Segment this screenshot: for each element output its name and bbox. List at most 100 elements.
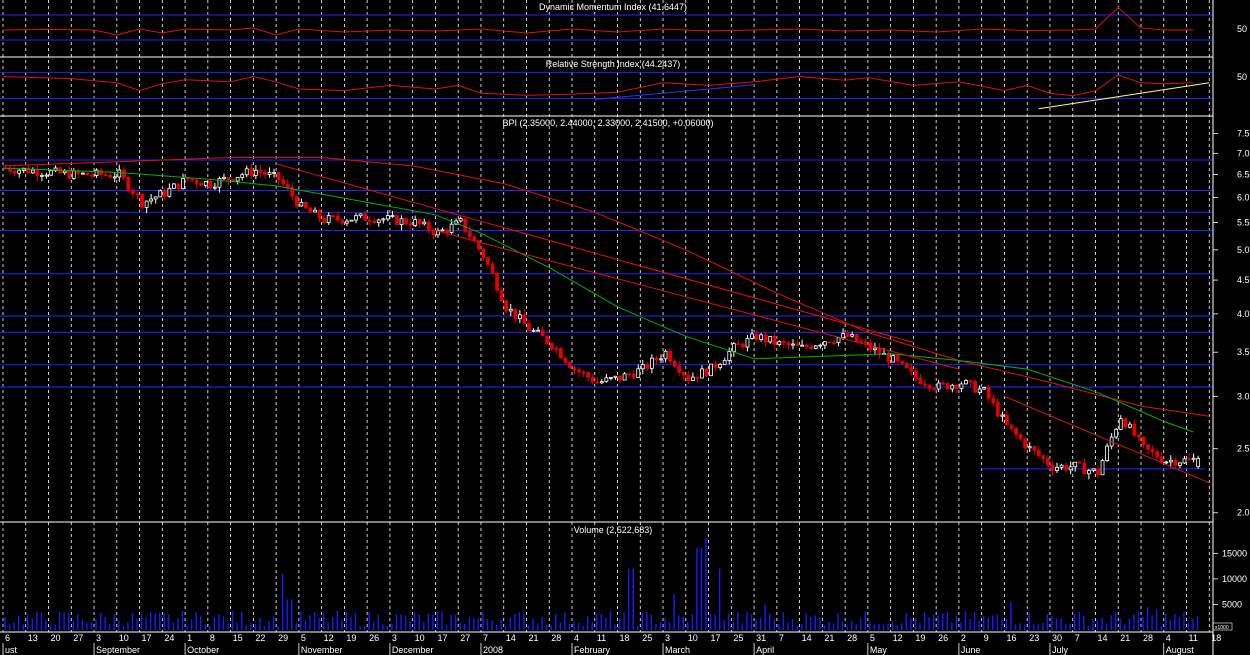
candle-body <box>649 357 654 369</box>
candle-body <box>1164 461 1169 464</box>
candle-body <box>964 380 968 385</box>
candle-body <box>954 384 959 389</box>
candle-body <box>654 357 659 361</box>
candle-body <box>527 323 531 331</box>
x-day-label: 19 <box>346 633 356 643</box>
x-month-label: May <box>870 645 888 655</box>
candle-body <box>809 346 814 349</box>
volume-title: Volume (2,522,683) <box>574 525 653 535</box>
candle-body <box>586 372 591 378</box>
candle-body <box>144 200 149 208</box>
x-month-label: February <box>574 645 611 655</box>
candle-body <box>322 218 327 224</box>
candle-body <box>536 329 540 332</box>
price-tick-label: 2.0 <box>1237 508 1250 518</box>
x-day-label: 25 <box>642 633 652 643</box>
candle-body <box>599 381 604 384</box>
x-day-label: 28 <box>551 633 561 643</box>
candle-body <box>973 380 977 393</box>
candle-body <box>918 377 923 385</box>
candle-body <box>240 174 245 178</box>
rsi-tick-label: 50 <box>1237 72 1247 82</box>
candle-body <box>558 348 563 359</box>
candle-body <box>1068 466 1073 471</box>
candle-body <box>1032 446 1037 451</box>
candle-body <box>645 364 650 369</box>
candle-body <box>1014 427 1018 435</box>
candle-body <box>135 193 140 196</box>
candle-body <box>308 207 313 213</box>
candle-body <box>1036 449 1041 457</box>
candle-body <box>640 364 645 370</box>
candle-body <box>982 387 987 390</box>
x-day-label: 7 <box>483 633 488 643</box>
candle-body <box>850 334 855 337</box>
candle-body <box>781 341 786 344</box>
x-day-label: 10 <box>119 633 129 643</box>
candle-body <box>390 215 395 217</box>
candle-body <box>1041 455 1046 459</box>
x-day-label: 10 <box>688 633 698 643</box>
candle-body <box>777 341 782 345</box>
x-day-label: 26 <box>369 633 379 643</box>
x-day-label: 21 <box>528 633 538 643</box>
candle-body <box>326 215 331 224</box>
candle-body <box>1082 462 1087 475</box>
candle-body <box>622 373 627 381</box>
candle-body <box>909 367 914 372</box>
candle-body <box>203 181 208 186</box>
candle-body <box>904 362 909 369</box>
candle-body <box>385 215 390 220</box>
candle-body <box>1141 436 1146 445</box>
candle-body <box>30 169 35 174</box>
candle-body <box>522 314 527 324</box>
candle-body <box>1191 457 1196 460</box>
x-month-label: July <box>1052 645 1069 655</box>
candle-body <box>372 220 377 224</box>
candle-body <box>1159 456 1164 463</box>
candle-body <box>1050 464 1055 471</box>
candle-body <box>995 402 1000 417</box>
momentum-title: Dynamic Momentum Index (41.6447) <box>539 2 687 12</box>
x-day-label: 18 <box>620 633 630 643</box>
candle-body <box>791 343 795 346</box>
candle-body <box>1132 423 1137 436</box>
candle-body <box>481 248 486 258</box>
candle-body <box>927 384 932 389</box>
candle-body <box>94 169 99 176</box>
x-day-label: 14 <box>506 633 516 643</box>
candle-body <box>449 223 454 233</box>
candle-body <box>344 220 349 224</box>
candle-body <box>358 213 363 217</box>
candle-body <box>399 218 404 226</box>
candle-body <box>172 183 176 189</box>
candle-body <box>35 169 40 177</box>
candle-body <box>367 220 372 222</box>
candle-body <box>1086 470 1091 475</box>
candle-body <box>153 196 158 200</box>
x-day-label: 10 <box>415 633 425 643</box>
candle-body <box>1100 460 1105 476</box>
price-tick-label: 3.5 <box>1237 347 1250 357</box>
candle-body <box>108 174 113 178</box>
candle-body <box>636 368 641 378</box>
x-month-label: March <box>665 645 690 655</box>
price-title: BPI (2.35000, 2.44000, 2.33000, 2.41500,… <box>503 118 714 128</box>
candle-body <box>668 350 672 362</box>
x-day-label: 14 <box>802 633 812 643</box>
candle-body <box>968 380 973 382</box>
x-month-label: April <box>756 645 774 655</box>
candle-body <box>731 343 736 352</box>
x-day-label: 7 <box>1075 633 1080 643</box>
candle-body <box>1146 444 1150 450</box>
candle-body <box>877 347 882 355</box>
x-day-label: 28 <box>1143 633 1153 643</box>
x-day-label: 29 <box>278 633 288 643</box>
candle-body <box>914 370 918 379</box>
candle-body <box>244 168 249 176</box>
candle-body <box>62 170 67 174</box>
candle-body <box>745 337 750 348</box>
candle-body <box>695 376 700 379</box>
x-day-label: 30 <box>1052 633 1062 643</box>
candle-body <box>1009 424 1014 429</box>
